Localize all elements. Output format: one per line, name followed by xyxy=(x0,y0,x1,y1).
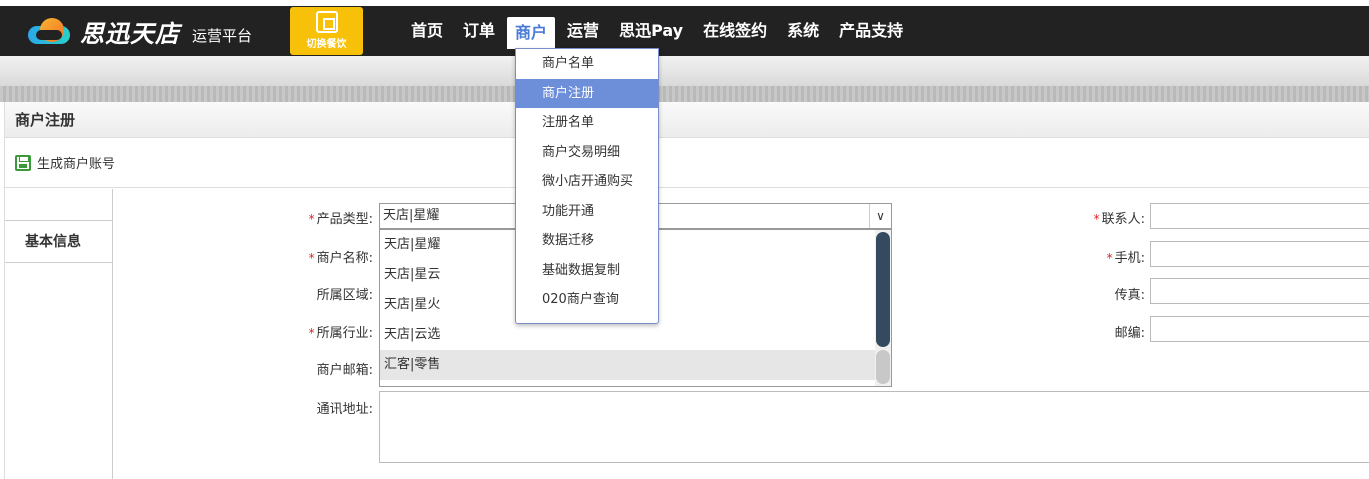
product-type-value: 天店|星耀 xyxy=(383,208,440,223)
switch-catering-button[interactable]: 切换餐饮 xyxy=(290,7,363,55)
cloud-logo-icon xyxy=(26,17,74,45)
chevron-down-icon[interactable]: ∨ xyxy=(869,204,891,228)
zip-label: 邮编: xyxy=(1114,326,1145,341)
address-label: 通讯地址: xyxy=(316,402,373,417)
top-navigation-bar: 思迅天店 运营平台 切换餐饮 首页 订单 商户 运营 思迅Pay 在线签约 系统… xyxy=(0,6,1369,56)
options-scrollbar[interactable] xyxy=(875,230,891,386)
tab-basic-info[interactable]: 基本信息 xyxy=(5,221,112,263)
main-nav: 首页 订单 商户 运营 思迅Pay 在线签约 系统 产品支持 xyxy=(403,6,915,56)
option-item[interactable]: 汇客|零售 xyxy=(380,350,891,380)
nav-home[interactable]: 首页 xyxy=(403,6,451,56)
merchant-name-label: * 商户名称: xyxy=(308,251,373,266)
menu-item-micro-store[interactable]: 微小店开通购买 xyxy=(516,167,658,197)
menu-item-merchant-register[interactable]: 商户注册 xyxy=(516,78,658,108)
phone-input[interactable] xyxy=(1150,241,1369,267)
contact-label: * 联系人: xyxy=(1093,212,1145,227)
fax-label: 传真: xyxy=(1114,288,1145,303)
sub-header-strip xyxy=(0,56,1369,86)
menu-item-transaction-detail[interactable]: 商户交易明细 xyxy=(516,138,658,168)
nav-product-support[interactable]: 产品支持 xyxy=(831,6,911,56)
nav-orders[interactable]: 订单 xyxy=(455,6,503,56)
menu-item-basic-data-copy[interactable]: 基础数据复制 xyxy=(516,256,658,286)
switch-label: 切换餐饮 xyxy=(306,39,347,50)
zip-input[interactable] xyxy=(1150,316,1369,342)
platform-subtitle: 运营平台 xyxy=(192,26,253,45)
menu-item-o2o-query[interactable]: 020商户查询 xyxy=(516,285,658,315)
fax-input[interactable] xyxy=(1150,278,1369,304)
side-tabs: 基本信息 xyxy=(5,189,113,479)
toolbar: 生成商户账号 xyxy=(5,138,1369,188)
switch-icon xyxy=(315,11,338,33)
address-textarea[interactable] xyxy=(379,391,1369,463)
nav-merchants[interactable]: 商户 xyxy=(507,17,556,49)
industry-label: * 所属行业: xyxy=(308,326,373,341)
menu-item-merchant-list[interactable]: 商户名单 xyxy=(516,49,658,79)
nav-system[interactable]: 系统 xyxy=(779,6,827,56)
generate-account-button[interactable]: 生成商户账号 xyxy=(37,153,115,172)
tab-spacer xyxy=(5,189,112,221)
menu-item-feature-activation[interactable]: 功能开通 xyxy=(516,197,658,227)
brand-name: 思迅天店 xyxy=(80,19,180,48)
nav-online-signing[interactable]: 在线签约 xyxy=(695,6,775,56)
merchant-dropdown-menu: 商户名单 商户注册 注册名单 商户交易明细 微小店开通购买 功能开通 数据迁移 … xyxy=(515,48,659,324)
merchant-register-panel: 商户注册 生成商户账号 基本信息 * 产品类型: * 商户名称: 所属区域: * 所属… xyxy=(4,102,1369,479)
scrollbar-track-end xyxy=(876,350,890,384)
page-title: 商户注册 xyxy=(5,102,1369,138)
tab-strip xyxy=(0,86,1369,102)
menu-item-register-list[interactable]: 注册名单 xyxy=(516,108,658,138)
product-type-label: * 产品类型: xyxy=(308,212,373,227)
contact-input[interactable] xyxy=(1150,203,1369,229)
option-item[interactable]: 天店|云选 xyxy=(380,320,891,350)
scrollbar-thumb[interactable] xyxy=(876,232,890,347)
phone-label: * 手机: xyxy=(1106,251,1145,266)
merchant-email-label: 商户邮箱: xyxy=(316,363,373,378)
logo[interactable]: 思迅天店 运营平台 xyxy=(26,15,253,48)
region-label: 所属区域: xyxy=(316,288,373,303)
save-icon[interactable] xyxy=(15,154,31,171)
menu-item-data-migration[interactable]: 数据迁移 xyxy=(516,226,658,256)
